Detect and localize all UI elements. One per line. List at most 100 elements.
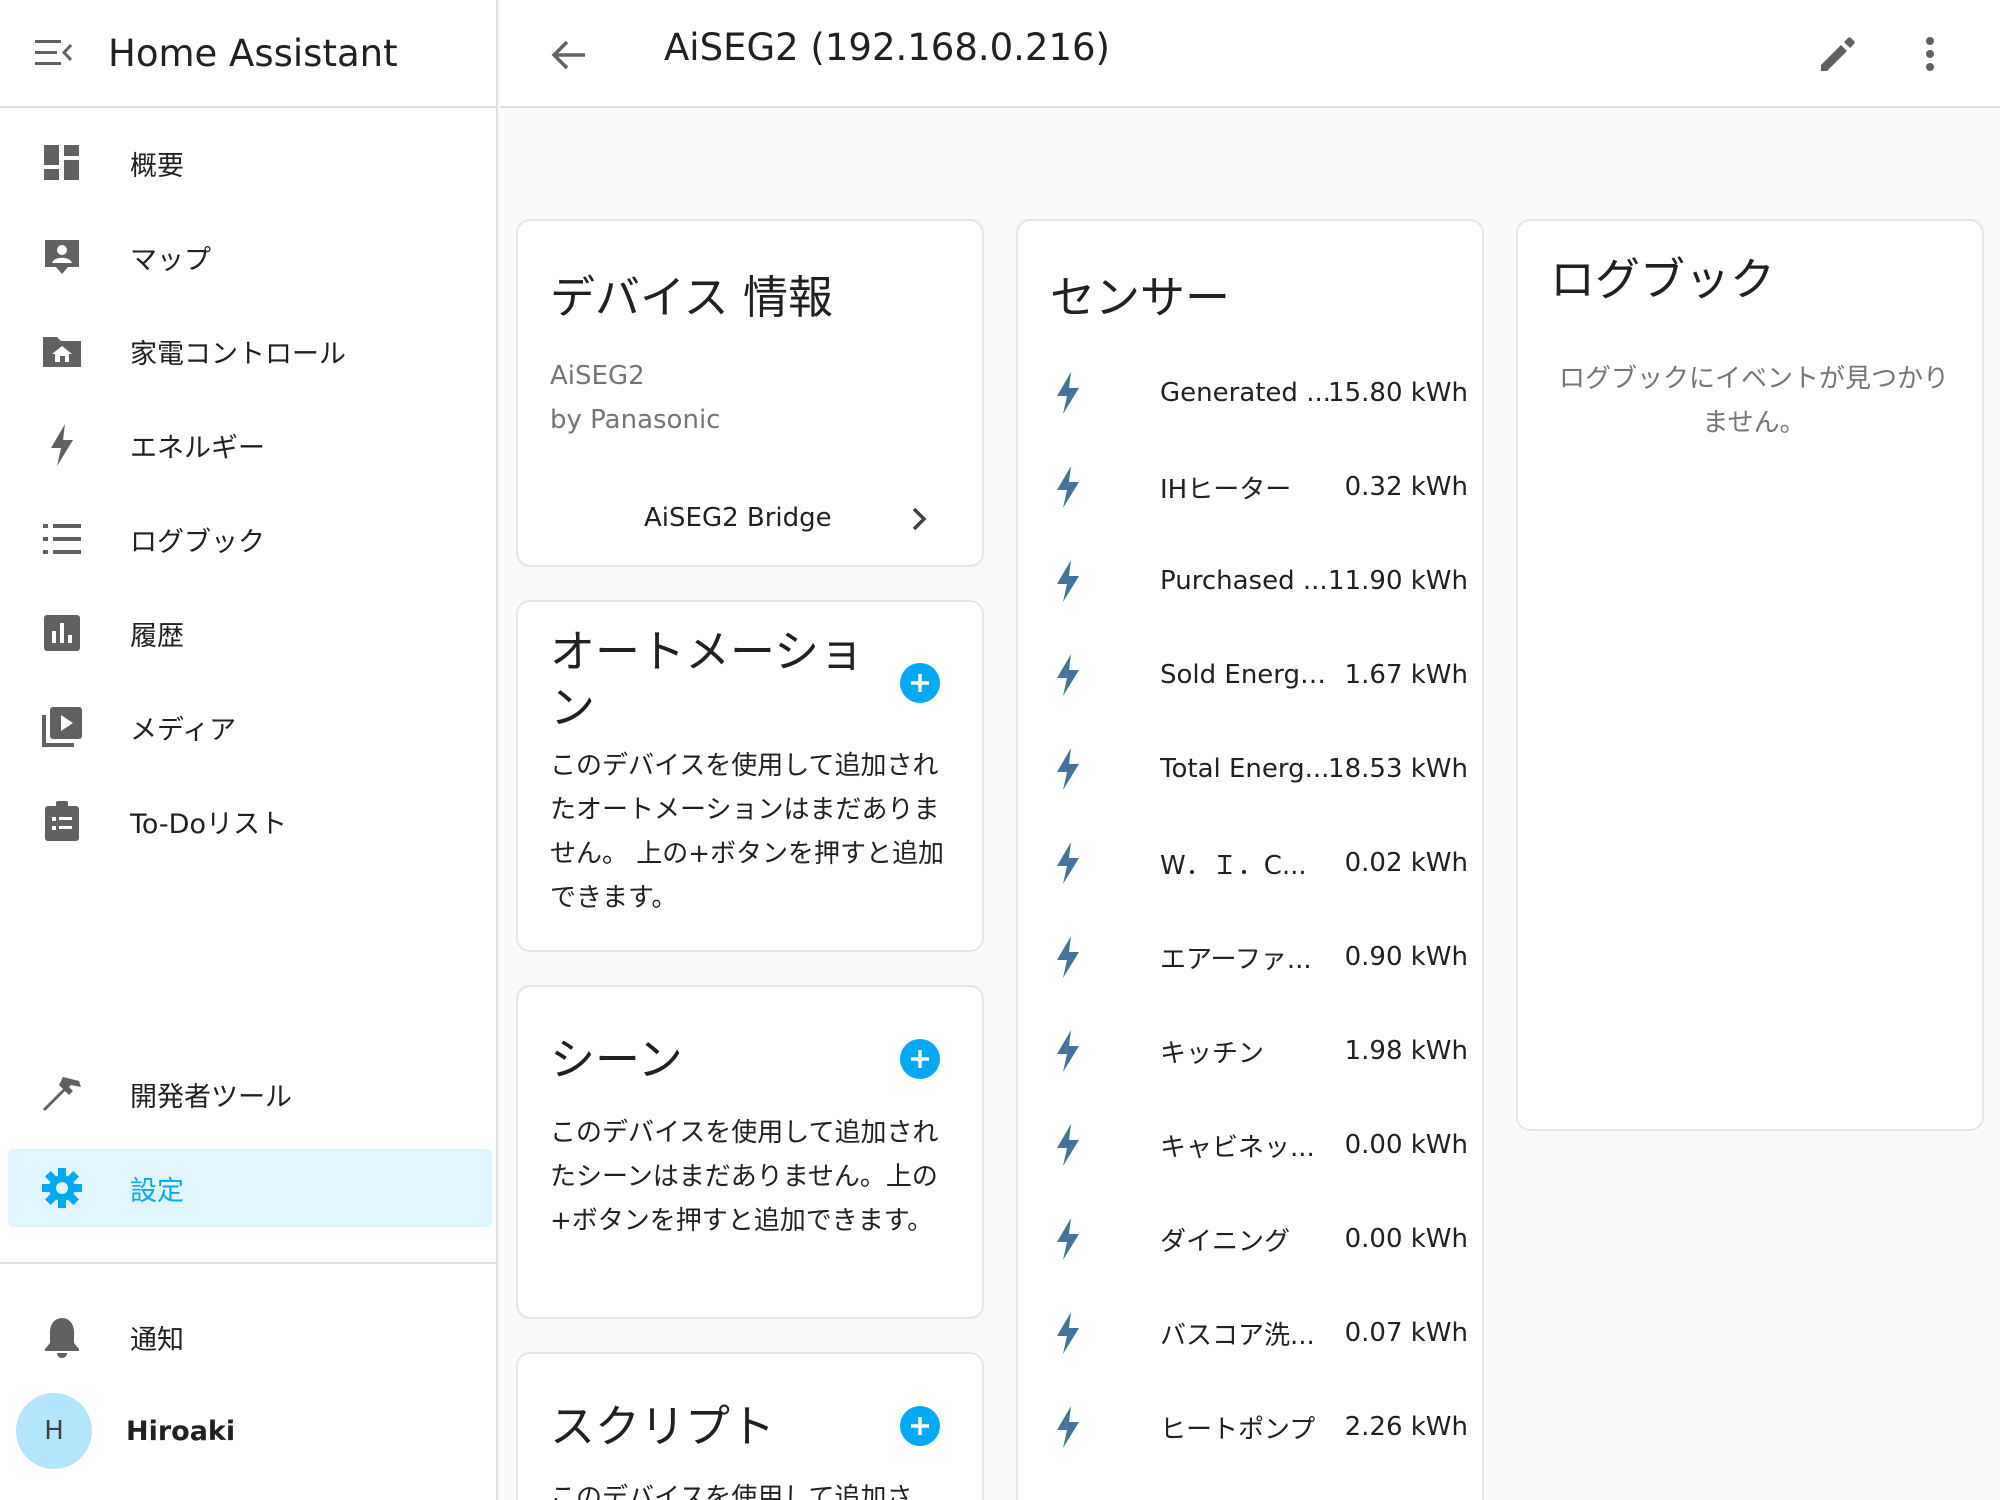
sensor-name: ヒートポンプ [1160, 1414, 1316, 1445]
sensor-name: バスコア洗... [1160, 1320, 1315, 1351]
pencil-icon[interactable] [1812, 28, 1864, 80]
sidebar-item-label: To-Doリスト [130, 808, 287, 840]
sensor-name: エアーファ... [1160, 944, 1312, 975]
sensor-value: 0.02 kWh [1344, 848, 1468, 878]
sidebar-item-map[interactable]: マップ [8, 218, 492, 296]
avatar: H [16, 1393, 92, 1469]
lightning-icon [1048, 1120, 1088, 1170]
menu-collapse-icon[interactable] [34, 33, 74, 73]
sensor-row[interactable]: Generated ... 15.80 kWh [1048, 363, 1468, 423]
sidebar-item-energy[interactable]: エネルギー [8, 406, 492, 484]
sensor-row[interactable]: ヒートポンプ 2.26 kWh [1048, 1397, 1468, 1457]
lightning-icon [34, 417, 90, 473]
sensor-row[interactable]: IHヒーター 0.32 kWh [1048, 457, 1468, 517]
device-info-card: デバイス 情報 AiSEG2 by Panasonic AiSEG2 Bridg… [516, 219, 984, 567]
sidebar-item-label: 通知 [130, 1324, 184, 1356]
sensor-name: Purchased ... [1160, 566, 1328, 596]
via-device-link[interactable]: AiSEG2 Bridge [518, 489, 986, 559]
add-scene-button[interactable] [900, 1039, 940, 1079]
lightning-icon [1048, 1214, 1088, 1264]
sensor-name: キャビネッ... [1160, 1132, 1315, 1163]
sidebar-item-appliance-control[interactable]: 家電コントロール [8, 312, 492, 390]
sidebar-item-logbook[interactable]: ログブック [8, 500, 492, 578]
logbook-heading: ログブック [1550, 253, 1776, 306]
device-manufacturer: by Panasonic [550, 405, 721, 435]
sensor-name: W．Ｉ．C... [1160, 850, 1307, 881]
lightning-icon [1048, 650, 1088, 700]
clipboard-list-icon [34, 793, 90, 849]
lightning-icon [1048, 1026, 1088, 1076]
sensor-row[interactable]: Purchased ... 11.90 kWh [1048, 551, 1468, 611]
sidebar-item-notifications[interactable]: 通知 [8, 1298, 492, 1376]
sensor-name: Generated ... [1160, 378, 1331, 408]
sensor-name: Total Energ... [1160, 754, 1330, 784]
sensor-row[interactable]: W．Ｉ．C... 0.02 kWh [1048, 833, 1468, 893]
sensors-heading: センサー [1050, 271, 1231, 324]
scenes-empty-text: このデバイスを使用して追加されたシーンはまだありません。上の+ボタンを押すと追加… [550, 1118, 939, 1236]
logbook-card: ログブック ログブックにイベントが見つかりません。 [1516, 219, 1984, 1131]
home-folder-icon [34, 323, 90, 379]
sidebar-item-overview[interactable]: 概要 [8, 124, 492, 202]
user-profile[interactable]: H Hiroaki [16, 1393, 235, 1469]
sensor-row[interactable]: Sold Energy ... 1.67 kWh [1048, 645, 1468, 705]
sidebar-item-label: 履歴 [130, 620, 184, 652]
sensor-row[interactable]: キッチン 1.98 kWh [1048, 1021, 1468, 1081]
sidebar-item-label: エネルギー [130, 432, 265, 464]
sensor-name: IHヒーター [1160, 474, 1292, 505]
user-name: Hiroaki [126, 1415, 236, 1447]
scripts-card: スクリプト このデバイスを使用して追加さ [516, 1352, 984, 1500]
lightning-icon [1048, 462, 1088, 512]
lightning-icon [1048, 744, 1088, 794]
sidebar-item-label: ログブック [130, 526, 265, 558]
scenes-card: シーン このデバイスを使用して追加されたシーンはまだありません。上の+ボタンを押… [516, 985, 984, 1319]
sidebar: Home Assistant 概要 マップ 家電コントロール エネルギー ログブ… [0, 0, 498, 1500]
sidebar-item-label: 設定 [130, 1175, 184, 1207]
sidebar-header: Home Assistant [0, 0, 496, 108]
sensor-value: 11.90 kWh [1328, 566, 1468, 596]
more-vert-icon[interactable] [1904, 28, 1956, 80]
sidebar-item-settings[interactable]: 設定 [8, 1149, 492, 1227]
lightning-icon [1048, 556, 1088, 606]
automations-heading: オートメーション [550, 625, 865, 734]
scripts-empty-text: このデバイスを使用して追加さ [550, 1483, 913, 1500]
sidebar-item-developer-tools[interactable]: 開発者ツール [8, 1055, 492, 1133]
sidebar-item-history[interactable]: 履歴 [8, 594, 492, 672]
scenes-heading: シーン [550, 1033, 683, 1086]
sensor-name: Sold Energy ... [1160, 660, 1332, 690]
automations-card: オートメーション このデバイスを使用して追加されたオートメーションはまだありませ… [516, 600, 984, 952]
top-app-bar: AiSEG2 (192.168.0.216) [500, 0, 2000, 108]
sidebar-item-label: マップ [130, 244, 211, 276]
sensor-row[interactable]: キャビネッ... 0.00 kWh [1048, 1115, 1468, 1175]
sensor-row[interactable]: バスコア洗... 0.07 kWh [1048, 1303, 1468, 1363]
dashboard-icon [34, 135, 90, 191]
sensor-row[interactable]: エアーファ... 0.90 kWh [1048, 927, 1468, 987]
sensors-card: センサー Generated ... 15.80 kWh IHヒーター 0.32 kW… [1016, 219, 1484, 1500]
page-title: AiSEG2 (192.168.0.216) [664, 26, 1110, 69]
add-script-button[interactable] [900, 1406, 940, 1446]
sensor-value: 0.07 kWh [1344, 1318, 1468, 1348]
list-icon [34, 511, 90, 567]
lightning-icon [1048, 1402, 1088, 1452]
sidebar-item-todo[interactable]: To-Doリスト [8, 782, 492, 860]
plus-icon [911, 1417, 929, 1435]
lightning-icon [1048, 932, 1088, 982]
lightning-icon [1048, 1308, 1088, 1358]
sidebar-item-label: 家電コントロール [130, 338, 346, 370]
add-automation-button[interactable] [900, 663, 940, 703]
sensor-value: 2.26 kWh [1344, 1412, 1468, 1442]
sensor-row[interactable]: ダイニング 0.00 kWh [1048, 1209, 1468, 1269]
app-title: Home Assistant [108, 31, 398, 75]
sensor-row[interactable]: Total Energ... 18.53 kWh [1048, 739, 1468, 799]
sensor-value: 0.00 kWh [1344, 1224, 1468, 1254]
sensor-name: ダイニング [1160, 1226, 1291, 1257]
sensor-value: 1.67 kWh [1344, 660, 1468, 690]
sidebar-item-media[interactable]: メディア [8, 688, 492, 766]
plus-icon [911, 1050, 929, 1068]
sensor-value: 18.53 kWh [1328, 754, 1468, 784]
scripts-heading: スクリプト [550, 1400, 776, 1453]
sidebar-divider [0, 1262, 498, 1264]
back-arrow-icon[interactable] [544, 30, 594, 80]
sensor-value: 15.80 kWh [1328, 378, 1468, 408]
sidebar-item-label: メディア [130, 714, 237, 746]
automations-empty-text: このデバイスを使用して追加されたオートメーションはまだありません。 上の+ボタン… [550, 751, 945, 913]
